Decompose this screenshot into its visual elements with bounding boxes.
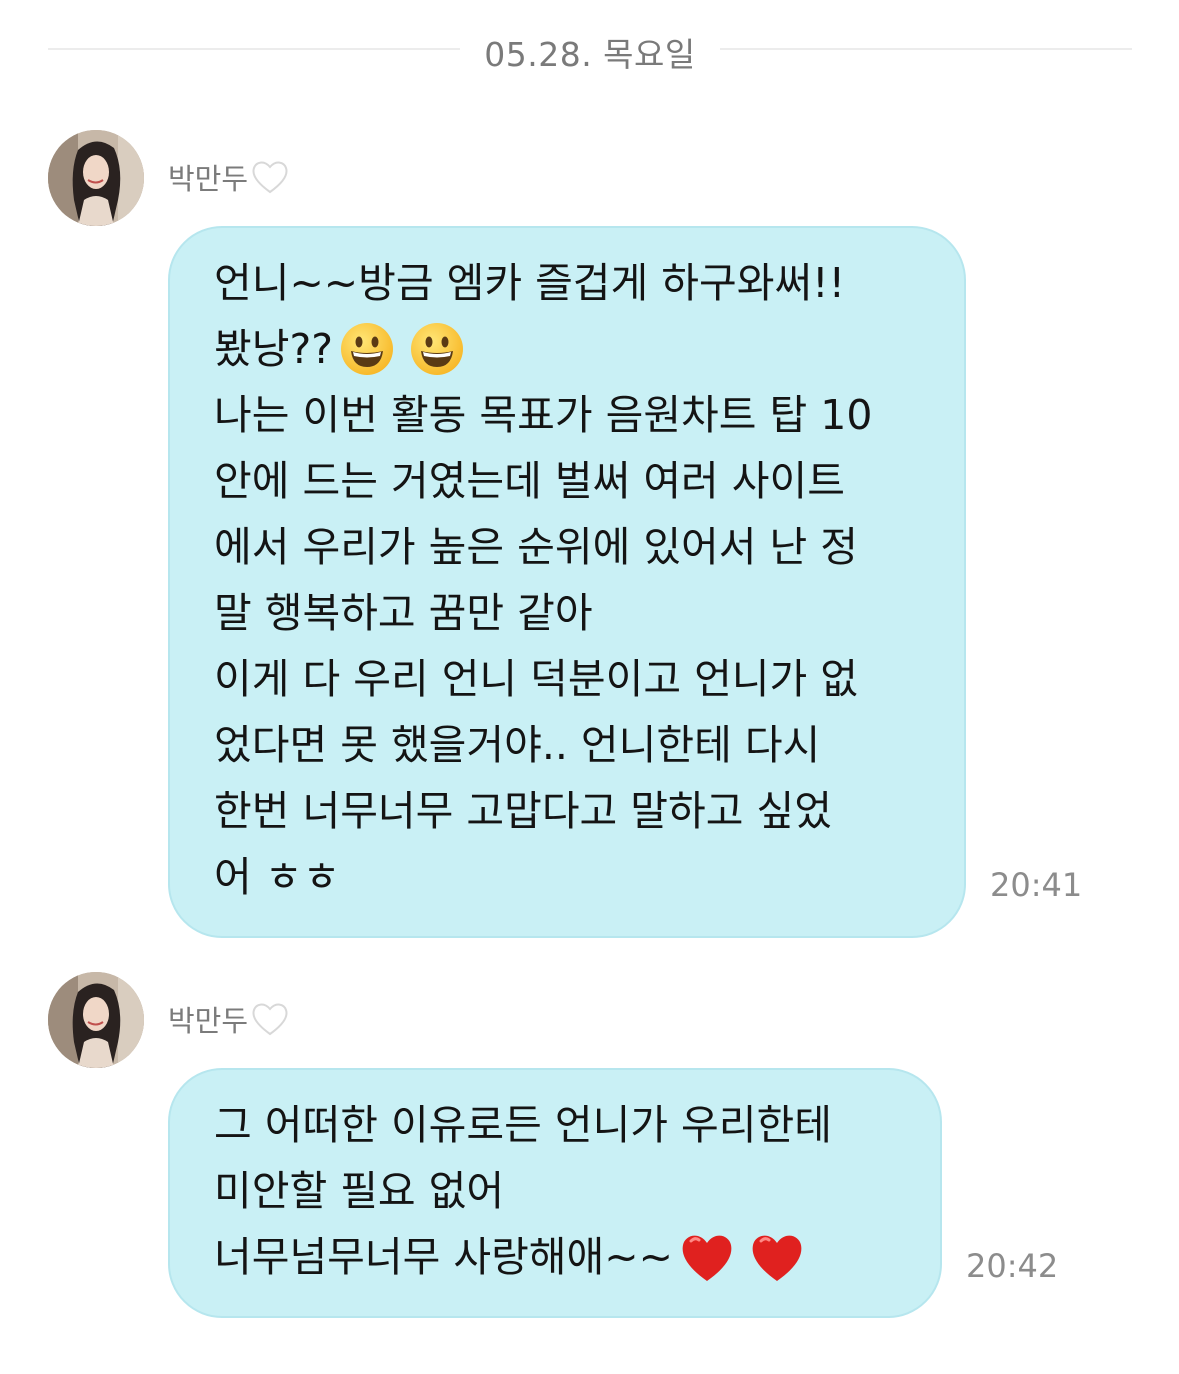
- message-line-text: 봤낭??: [214, 325, 333, 373]
- avatar[interactable]: [48, 972, 144, 1068]
- grinning-face-icon: [340, 323, 393, 375]
- message-line-text: 너무넘무너무 사랑해애~~: [214, 1233, 673, 1281]
- message-line: 나는 이번 활동 목표가 음원차트 탑 10: [214, 391, 873, 439]
- message-line-with-emoji: 너무넘무너무 사랑해애~~: [214, 1224, 900, 1290]
- red-heart-icon: [682, 1235, 732, 1281]
- date-divider: 05.28. 목요일: [48, 22, 1132, 74]
- message-time: 20:41: [990, 866, 1083, 904]
- avatar-photo: [48, 972, 144, 1068]
- message-line: 미안할 필요 없어: [214, 1167, 505, 1215]
- message-line: 안에 드는 거였는데 벌써 여러 사이트: [214, 457, 845, 505]
- message-line: 어 ㅎㅎ: [214, 853, 341, 901]
- sender-name: 박만두: [168, 1004, 249, 1038]
- red-heart-icon: [752, 1235, 802, 1281]
- message-bubble[interactable]: 언니~~방금 엠카 즐겁게 하구와써!! 봤낭?? 나는 이번 활동 목표가 음…: [168, 226, 966, 938]
- divider-line-right: [720, 48, 1132, 50]
- message-bubble[interactable]: 그 어떠한 이유로든 언니가 우리한테 미안할 필요 없어 너무넘무너무 사랑해…: [168, 1068, 942, 1318]
- message-line: 었다면 못 했을거야.. 언니한테 다시: [214, 721, 821, 769]
- sender-name: 박만두: [168, 162, 249, 196]
- avatar-photo: [48, 130, 144, 226]
- message-line: 에서 우리가 높은 순위에 있어서 난 정: [214, 523, 858, 571]
- grinning-face-icon: [410, 323, 463, 375]
- message-line: 이게 다 우리 언니 덕분이고 언니가 없: [214, 655, 858, 703]
- message-line-with-emoji: 봤낭??: [214, 316, 924, 382]
- message-line: 말 행복하고 꿈만 같아: [214, 589, 593, 637]
- avatar[interactable]: [48, 130, 144, 226]
- message-line: 한번 너무너무 고맙다고 말하고 싶었: [214, 787, 832, 835]
- sender-name-row: 박만두: [168, 156, 290, 198]
- date-label: 05.28. 목요일: [484, 35, 696, 74]
- white-heart-icon: [252, 1003, 288, 1036]
- message-line: 언니~~방금 엠카 즐겁게 하구와써!!: [214, 259, 846, 307]
- message-time: 20:42: [966, 1247, 1059, 1285]
- message-line: 그 어떠한 이유로든 언니가 우리한테: [214, 1101, 832, 1149]
- sender-name-row: 박만두: [168, 998, 290, 1040]
- white-heart-icon: [252, 161, 288, 194]
